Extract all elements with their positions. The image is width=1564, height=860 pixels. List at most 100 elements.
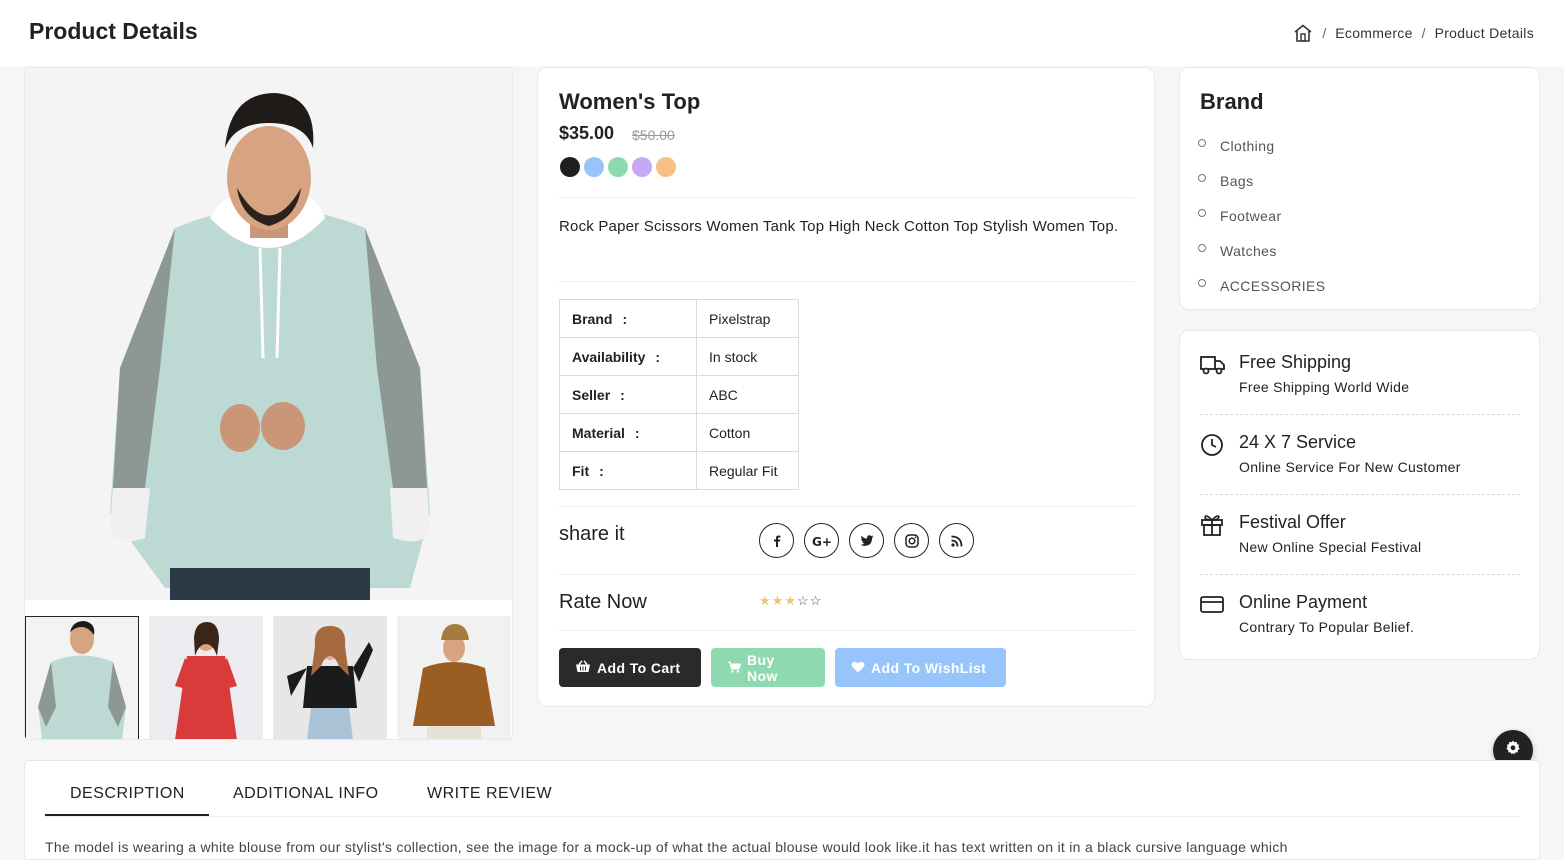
thumbnail-1[interactable] bbox=[25, 616, 139, 739]
brand-title: Brand bbox=[1200, 89, 1264, 114]
service-title: Festival Offer bbox=[1239, 512, 1346, 532]
rate-label: Rate Now bbox=[559, 591, 647, 613]
thumbnail-2[interactable] bbox=[149, 616, 263, 739]
divider bbox=[559, 506, 1134, 507]
add-to-wishlist-label: Add To WishList bbox=[871, 659, 987, 676]
divider bbox=[559, 630, 1134, 631]
brand-list: Clothing Bags Footwear Watches ACCESSORI… bbox=[1198, 128, 1326, 303]
rss-icon[interactable] bbox=[939, 523, 974, 558]
spec-key: Seller bbox=[572, 386, 611, 403]
tab-description[interactable]: DESCRIPTION bbox=[70, 785, 185, 803]
tab-write-review[interactable]: WRITE REVIEW bbox=[427, 785, 552, 803]
twitter-icon[interactable] bbox=[849, 523, 884, 558]
divider bbox=[1200, 414, 1520, 415]
heart-icon bbox=[851, 660, 865, 676]
breadcrumb-separator: / bbox=[1421, 25, 1426, 41]
bullet-icon bbox=[1198, 173, 1206, 182]
add-to-wishlist-button[interactable]: Add To WishList bbox=[835, 648, 1006, 687]
bullet-icon bbox=[1198, 278, 1206, 287]
brand-item-accessories[interactable]: ACCESSORIES bbox=[1198, 268, 1326, 303]
buy-now-label: Buy Now bbox=[747, 651, 778, 684]
rating-stars[interactable]: ★ ★ ★ ☆ ☆ bbox=[759, 593, 821, 609]
product-description: Rock Paper Scissors Women Tank Top High … bbox=[559, 218, 1119, 235]
product-main-image[interactable] bbox=[25, 68, 512, 600]
star-empty-icon[interactable]: ☆ bbox=[797, 593, 809, 609]
tab-additional-info[interactable]: ADDITIONAL INFO bbox=[233, 785, 379, 803]
spec-row: Material: Cotton bbox=[559, 413, 799, 452]
facebook-icon[interactable] bbox=[759, 523, 794, 558]
color-swatch-black[interactable] bbox=[560, 157, 580, 177]
brand-item-clothing[interactable]: Clothing bbox=[1198, 128, 1326, 163]
add-to-cart-label: Add To Cart bbox=[597, 659, 681, 676]
color-swatch-green[interactable] bbox=[608, 157, 628, 177]
product-detail-card: Women's Top $35.00 $50.00 Rock Paper Sci… bbox=[537, 67, 1155, 707]
page-header: Product Details / Ecommerce / Product De… bbox=[0, 0, 1564, 66]
breadcrumb-product-details: Product Details bbox=[1434, 25, 1534, 41]
gear-icon bbox=[1505, 740, 1521, 761]
product-tabs: DESCRIPTION ADDITIONAL INFO WRITE REVIEW… bbox=[24, 760, 1540, 860]
breadcrumb-separator: / bbox=[1322, 25, 1327, 41]
star-empty-icon[interactable]: ☆ bbox=[810, 593, 822, 609]
star-filled-icon[interactable]: ★ bbox=[772, 593, 784, 609]
tab-baseline bbox=[45, 816, 1520, 817]
color-swatches bbox=[560, 157, 676, 177]
divider bbox=[559, 574, 1134, 575]
service-subtitle: Free Shipping World Wide bbox=[1239, 379, 1410, 395]
brand-item-label: Watches bbox=[1220, 242, 1277, 259]
share-label: share it bbox=[559, 523, 625, 545]
spec-row: Seller: ABC bbox=[559, 375, 799, 414]
product-name: Women's Top bbox=[559, 89, 701, 114]
gift-icon bbox=[1200, 512, 1226, 538]
brand-item-label: Footwear bbox=[1220, 207, 1282, 224]
breadcrumb: / Ecommerce / Product Details bbox=[1293, 24, 1534, 42]
product-old-price: $50.00 bbox=[632, 127, 675, 143]
google-plus-icon[interactable]: G+ bbox=[804, 523, 839, 558]
color-swatch-orange[interactable] bbox=[656, 157, 676, 177]
cart-icon bbox=[727, 660, 742, 676]
brand-item-footwear[interactable]: Footwear bbox=[1198, 198, 1326, 233]
service-title: 24 X 7 Service bbox=[1239, 432, 1357, 452]
breadcrumb-ecommerce[interactable]: Ecommerce bbox=[1335, 25, 1412, 41]
star-filled-icon[interactable]: ★ bbox=[759, 593, 771, 609]
spec-table: Brand: Pixelstrap Availability: In stock S… bbox=[559, 299, 799, 490]
spec-value: Cotton bbox=[696, 413, 799, 452]
service-subtitle: Contrary To Popular Belief. bbox=[1239, 619, 1415, 635]
page-title: Product Details bbox=[29, 18, 198, 44]
divider bbox=[559, 281, 1134, 282]
color-swatch-purple[interactable] bbox=[632, 157, 652, 177]
brand-item-watches[interactable]: Watches bbox=[1198, 233, 1326, 268]
service-title: Online Payment bbox=[1239, 592, 1368, 612]
tab-active-indicator bbox=[45, 814, 209, 816]
spec-row: Availability: In stock bbox=[559, 337, 799, 376]
service-festival-offer: Festival Offer New Online Special Festiv… bbox=[1200, 512, 1520, 592]
credit-card-icon bbox=[1200, 592, 1226, 618]
bullet-icon bbox=[1198, 243, 1206, 252]
color-swatch-blue[interactable] bbox=[584, 157, 604, 177]
tab-content: The model is wearing a white blouse from… bbox=[45, 839, 1288, 855]
home-icon[interactable] bbox=[1293, 24, 1313, 42]
spec-key: Availability bbox=[572, 348, 646, 365]
brand-item-label: Clothing bbox=[1220, 137, 1275, 154]
spec-value: ABC bbox=[696, 375, 799, 414]
bullet-icon bbox=[1198, 208, 1206, 217]
brand-item-label: ACCESSORIES bbox=[1220, 277, 1326, 294]
add-to-cart-button[interactable]: Add To Cart bbox=[559, 648, 701, 687]
service-24x7: 24 X 7 Service Online Service For New Cu… bbox=[1200, 432, 1520, 512]
truck-icon bbox=[1200, 352, 1226, 378]
thumbnail-4[interactable] bbox=[397, 616, 511, 739]
brand-item-bags[interactable]: Bags bbox=[1198, 163, 1326, 198]
clock-icon bbox=[1200, 432, 1226, 458]
thumbnail-3[interactable] bbox=[273, 616, 387, 739]
buy-now-button[interactable]: Buy Now bbox=[711, 648, 825, 687]
service-online-payment: Online Payment Contrary To Popular Belie… bbox=[1200, 592, 1520, 672]
basket-icon bbox=[575, 659, 591, 676]
svg-text:G+: G+ bbox=[812, 535, 832, 548]
divider bbox=[1200, 494, 1520, 495]
service-subtitle: New Online Special Festival bbox=[1239, 539, 1422, 555]
star-filled-icon[interactable]: ★ bbox=[784, 593, 796, 609]
instagram-icon[interactable] bbox=[894, 523, 929, 558]
spec-row: Brand: Pixelstrap bbox=[559, 299, 799, 338]
spec-row: Fit: Regular Fit bbox=[559, 451, 799, 490]
spec-value: Regular Fit bbox=[696, 451, 799, 490]
service-subtitle: Online Service For New Customer bbox=[1239, 459, 1461, 475]
